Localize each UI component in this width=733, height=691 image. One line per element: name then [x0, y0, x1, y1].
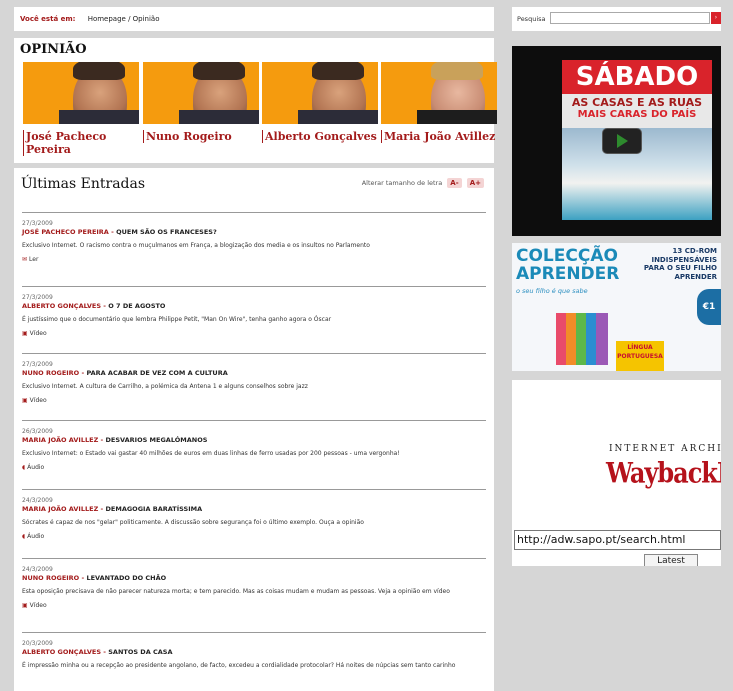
columnist-photo[interactable]: [381, 62, 497, 124]
breadcrumb-label: Você está em:: [20, 15, 76, 23]
list-item: 24/3/2009 MARIA JOÃO AVILLEZ - DEMAGOGIA…: [22, 489, 486, 558]
entry-title[interactable]: SANTOS DA CASA: [108, 648, 172, 656]
video-icon: ▣: [22, 397, 28, 404]
entry-title[interactable]: QUEM SÃO OS FRANCESES?: [116, 228, 217, 236]
ad-banner[interactable]: COLECÇÃO APRENDER o seu filho é que sabe…: [512, 243, 721, 371]
columnist-card[interactable]: Nuno Rogeiro: [143, 62, 261, 143]
entries-list: 27/3/2009 JOSÉ PACHECO PEREIRA - QUEM SÃ…: [22, 212, 486, 691]
play-icon[interactable]: [602, 128, 642, 154]
wayback-widget: INTERNET ARCHIVE WaybackMachine http://a…: [512, 380, 721, 566]
columnist-card[interactable]: Maria João Avillez: [381, 62, 499, 143]
ad-offer-text: 13 CD-ROM INDISPENSÁVEIS PARA O SEU FILH…: [643, 247, 717, 281]
entry-media-link[interactable]: Vídeo: [30, 602, 47, 609]
entry-description: Exclusivo Internet. A cultura de Carrilh…: [22, 383, 308, 390]
entry-author[interactable]: JOSÉ PACHECO PEREIRA: [22, 228, 109, 236]
ad-book-title: LÍNGUA PORTUGUESA: [616, 341, 664, 371]
entry-date: 27/3/2009: [22, 220, 53, 227]
ad-title-line-1: COLECÇÃO: [516, 246, 618, 266]
font-increase-button[interactable]: A+: [466, 178, 484, 188]
columnist-name[interactable]: José Pacheco Pereira: [23, 130, 141, 156]
entry-author[interactable]: ALBERTO GONÇALVES: [22, 648, 101, 656]
list-item: 27/3/2009 NUNO ROGEIRO - PARA ACABAR DE …: [22, 353, 486, 420]
list-item: 26/3/2009 MARIA JOÃO AVILLEZ - DESVARIOS…: [22, 420, 486, 489]
video-brand: SÁBADO: [562, 60, 712, 94]
entry-title[interactable]: DESVARIOS MEGALÓMANOS: [106, 436, 208, 444]
entry-author[interactable]: MARIA JOÃO AVILLEZ: [22, 436, 98, 444]
entry-description: Exclusivo Internet. O racismo contra o m…: [22, 242, 370, 249]
entry-description: É impressão minha ou a recepção ao presi…: [22, 662, 456, 669]
search-go-button[interactable]: ›: [711, 12, 721, 24]
entry-date: 27/3/2009: [22, 294, 53, 301]
entry-author[interactable]: MARIA JOÃO AVILLEZ: [22, 505, 98, 513]
entry-description: Esta oposição precisava de não parecer n…: [22, 588, 450, 595]
list-item: 20/3/2009 ALBERTO GONÇALVES - SANTOS DA …: [22, 632, 486, 691]
columnist-photo[interactable]: [143, 62, 259, 124]
video-icon: ▣: [22, 330, 28, 337]
wayback-logo: WaybackMachine: [606, 455, 721, 490]
entry-description: Sócrates é capaz de nos "gelar" politica…: [22, 519, 364, 526]
latest-title: Últimas Entradas: [21, 176, 146, 192]
entry-title[interactable]: O 7 DE AGOSTO: [108, 302, 165, 310]
latest-entries: Últimas Entradas Alterar tamanho de letr…: [14, 168, 494, 691]
list-item: 27/3/2009 ALBERTO GONÇALVES - O 7 DE AGO…: [22, 286, 486, 353]
entry-media-link[interactable]: Vídeo: [30, 330, 47, 337]
entry-description: Exclusivo Internet: o Estado vai gastar …: [22, 450, 400, 457]
ad-tagline: o seu filho é que sabe: [516, 287, 588, 295]
columnist-photo[interactable]: [262, 62, 378, 124]
ad-books-image: LÍNGUA PORTUGUESA: [556, 301, 664, 371]
audio-icon: ◖: [22, 464, 26, 471]
columnist-name[interactable]: Maria João Avillez: [381, 130, 499, 143]
columnist-card[interactable]: Alberto Gonçalves: [262, 62, 380, 143]
opinion-title: OPINIÃO: [20, 42, 87, 57]
entry-author[interactable]: ALBERTO GONÇALVES: [22, 302, 101, 310]
entry-date: 24/3/2009: [22, 566, 53, 573]
columnist-card[interactable]: José Pacheco Pereira: [23, 62, 141, 156]
entry-date: 26/3/2009: [22, 428, 53, 435]
entry-title[interactable]: PARA ACABAR DE VEZ COM A CULTURA: [86, 369, 227, 377]
list-item: 27/3/2009 JOSÉ PACHECO PEREIRA - QUEM SÃ…: [22, 212, 486, 286]
entry-author[interactable]: NUNO ROGEIRO: [22, 574, 79, 582]
columnist-name[interactable]: Nuno Rogeiro: [143, 130, 261, 143]
search-input[interactable]: [550, 12, 710, 24]
wayback-latest-button[interactable]: Latest: [644, 554, 698, 566]
video-icon: ▣: [22, 602, 28, 609]
search-box: Pesquisa ›: [512, 7, 721, 31]
entry-media-link[interactable]: Vídeo: [30, 397, 47, 404]
ad-title-line-2: APRENDER: [516, 264, 620, 284]
read-icon: ✉: [22, 256, 28, 263]
columnist-name[interactable]: Alberto Gonçalves: [262, 130, 380, 143]
entry-date: 20/3/2009: [22, 640, 53, 647]
opinion-box: OPINIÃO José Pacheco Pereira Nuno Rogeir…: [14, 38, 497, 163]
entry-date: 24/3/2009: [22, 497, 53, 504]
wayback-url-field[interactable]: http://adw.sapo.pt/search.html: [514, 530, 721, 550]
search-label: Pesquisa: [517, 15, 546, 23]
ad-title: COLECÇÃO APRENDER: [516, 247, 619, 283]
entry-author[interactable]: NUNO ROGEIRO: [22, 369, 79, 377]
entry-media-link[interactable]: Áudio: [27, 464, 44, 471]
wayback-line-1: INTERNET ARCHIVE: [609, 444, 721, 454]
font-size-label: Alterar tamanho de letra: [361, 179, 443, 187]
font-size-control: Alterar tamanho de letra A- A+: [362, 178, 484, 188]
columnist-photo[interactable]: [23, 62, 139, 124]
video-player[interactable]: SÁBADO AS CASAS E AS RUAS MAIS CARAS DO …: [512, 46, 721, 236]
audio-icon: ◖: [22, 533, 26, 540]
ad-price-badge: €1: [697, 289, 721, 325]
entry-title[interactable]: LEVANTADO DO CHÃO: [86, 574, 166, 582]
entry-title[interactable]: DEMAGOGIA BARATÍSSIMA: [106, 505, 203, 513]
breadcrumb: Você está em: Homepage / Opinião: [14, 7, 494, 31]
entry-date: 27/3/2009: [22, 361, 53, 368]
entry-media-link[interactable]: Ler: [29, 256, 38, 263]
entry-description: É justíssimo que o documentário que lemb…: [22, 316, 332, 323]
breadcrumb-path[interactable]: Homepage / Opinião: [88, 15, 160, 23]
video-headline-1: AS CASAS E AS RUAS: [571, 96, 703, 109]
list-item: 24/3/2009 NUNO ROGEIRO - LEVANTADO DO CH…: [22, 558, 486, 632]
video-headline-2: MAIS CARAS DO PAÍS: [577, 109, 697, 120]
font-decrease-button[interactable]: A-: [447, 178, 462, 188]
entry-media-link[interactable]: Áudio: [27, 533, 44, 540]
